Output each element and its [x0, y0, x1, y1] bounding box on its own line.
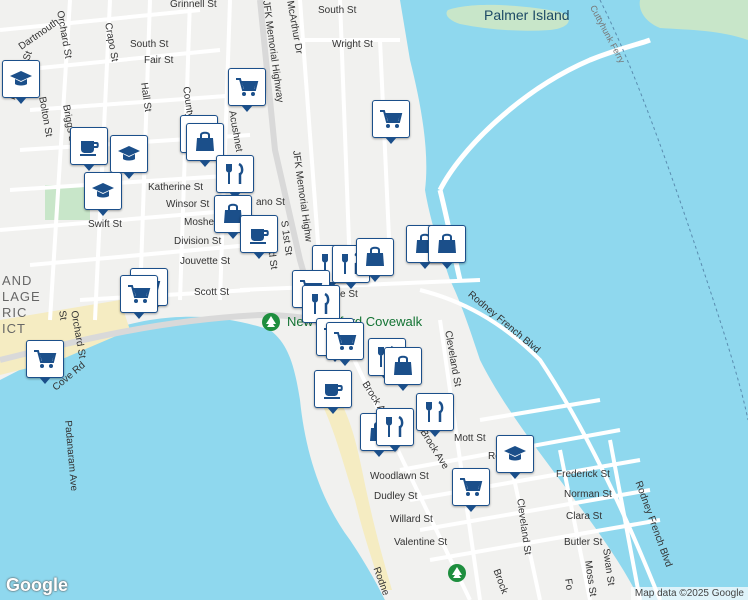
label-willard: Willard St [390, 514, 433, 525]
label-jouvette: Jouvette St [180, 256, 231, 267]
restaurant-icon[interactable] [376, 408, 414, 452]
park-icon [262, 313, 280, 331]
school-icon[interactable] [110, 135, 148, 179]
label-winsor: Winsor St [166, 199, 210, 210]
label-swift: Swift St [88, 219, 122, 230]
grocery-icon[interactable] [228, 68, 266, 112]
grocery-icon[interactable] [120, 275, 158, 319]
label-valentine: Valentine St [394, 537, 448, 548]
school-icon[interactable] [84, 172, 122, 216]
grocery-icon[interactable] [372, 100, 410, 144]
label-fo: Fo [562, 577, 575, 591]
label-st-small: St [56, 309, 69, 321]
restaurant-icon[interactable] [416, 393, 454, 437]
label-division: Division St [174, 236, 222, 247]
label-scott: Scott St [194, 287, 230, 298]
park-icon [448, 564, 466, 582]
label-mott: Mott St [454, 433, 486, 444]
label-fair: Fair St [144, 55, 174, 66]
grocery-icon[interactable] [326, 322, 364, 366]
label-woodlawn: Woodlawn St [370, 471, 429, 482]
shopping-icon[interactable] [428, 225, 466, 269]
label-wright: Wright St [332, 39, 373, 50]
label-frederick: Frederick St [556, 469, 610, 480]
label-clara: Clara St [566, 511, 603, 522]
map-attribution[interactable]: Map data ©2025 Google [630, 587, 748, 600]
coffee-icon[interactable] [314, 370, 352, 414]
shopping-icon[interactable] [384, 347, 422, 391]
map-base [0, 0, 748, 600]
label-ano: ano St [256, 197, 285, 208]
coffee-icon[interactable] [70, 127, 108, 171]
google-logo: Google [6, 575, 68, 595]
grocery-icon[interactable] [452, 468, 490, 512]
grocery-icon[interactable] [26, 340, 64, 384]
label-butler: Butler St [564, 537, 603, 548]
label-dudley: Dudley St [374, 491, 418, 502]
label-district-2: LAGE [2, 289, 41, 304]
label-grinnell: Grinnell St [170, 0, 217, 10]
school-icon[interactable] [496, 435, 534, 479]
school-icon[interactable] [2, 60, 40, 104]
restaurant-icon[interactable] [216, 155, 254, 199]
label-district-1: AND [2, 273, 33, 288]
map-canvas[interactable]: Palmer Island Cuttyhunk Ferry New Bedfor… [0, 0, 748, 600]
shopping-icon[interactable] [356, 238, 394, 282]
label-katherine: Katherine St [148, 182, 204, 193]
label-district-3: RIC [2, 305, 28, 320]
coffee-icon[interactable] [240, 215, 278, 259]
label-ste: e St [340, 289, 358, 300]
label-norman: Norman St [564, 489, 612, 500]
label-district-4: ICT [2, 321, 26, 336]
label-palmer-island: Palmer Island [484, 7, 570, 23]
label-south: South St [130, 39, 169, 50]
label-south-2: South St [318, 5, 357, 16]
